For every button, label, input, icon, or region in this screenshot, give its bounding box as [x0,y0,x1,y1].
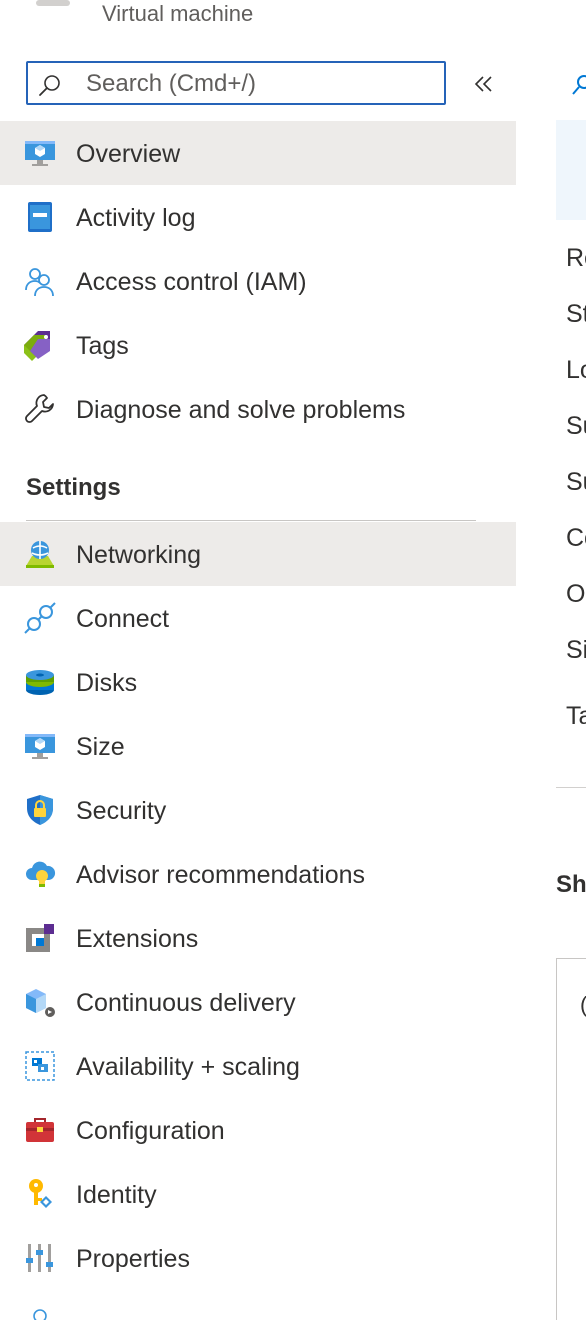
nav-label-connect: Connect [76,605,170,633]
search-icon [39,75,60,96]
toolbox-icon [26,1118,54,1142]
section-heading: Sh [556,871,586,898]
nav-item-extensions[interactable]: Extensions [0,906,516,970]
nav-label-tags: Tags [76,332,129,360]
plug-icon [24,602,56,634]
nav-label-advisor: Advisor recommendations [76,861,366,889]
section-divider [556,787,586,788]
nav-item-diagnose[interactable]: Diagnose and solve problems [0,377,516,441]
properties-sliders-icon [26,1244,53,1272]
property-label: Ta [566,702,586,730]
availability-scaling-icon [25,1051,55,1081]
nav-label-identity: Identity [76,1181,157,1209]
nav-item-properties[interactable]: Properties [0,1226,516,1290]
nav-item-access-control[interactable]: Access control (IAM) [0,249,516,313]
nav-item-connect[interactable]: Connect [0,586,516,650]
nav-item-continuous-delivery[interactable]: Continuous delivery [0,970,516,1034]
advisor-cloud-icon [26,861,56,887]
continuous-delivery-icon [26,989,55,1017]
nav-label-continuous-delivery: Continuous delivery [76,989,296,1017]
activity-log-icon [28,202,52,232]
card-text: ( [580,992,586,1018]
wrench-icon [25,394,54,423]
vm-icon [36,0,70,6]
nav-item-security[interactable]: Security [0,778,516,842]
essentials-banner [556,120,586,220]
property-label: Co [566,524,586,552]
nav-item-disks[interactable]: Disks [0,650,516,714]
search-icon[interactable] [570,72,586,98]
shield-lock-icon [27,795,53,825]
people-icon [25,268,54,297]
nav-item-size[interactable]: Size [0,714,516,778]
tag-icon [24,331,50,361]
resource-menu-sidebar: Virtual machine Overview Activity log [0,0,516,1320]
nav-item-tags[interactable]: Tags [0,313,516,377]
nav-label-disks: Disks [76,669,138,697]
nav-item-overview[interactable]: Overview [0,121,516,185]
section-divider [26,520,476,521]
main-content-panel: Re St Lo Su Su Co O Si Ta Sh ( [516,0,586,1320]
property-label: Su [566,468,586,496]
nav-item-networking[interactable]: Networking [0,522,516,586]
nav-label-configuration: Configuration [76,1117,225,1145]
nav-label-size: Size [76,733,125,761]
disks-icon [26,670,54,695]
nav-label-availability-scaling: Availability + scaling [76,1053,300,1081]
property-label: Lo [566,356,586,384]
nav-label-overview: Overview [76,140,181,168]
property-label: O [566,580,586,608]
property-label: Su [566,412,586,440]
key-icon [29,1179,52,1208]
collapse-menu-icon[interactable] [470,70,498,98]
nav-label-extensions: Extensions [76,925,199,953]
nav-item-activity-log[interactable]: Activity log [0,185,516,249]
networking-icon [26,541,54,568]
nav-label-security: Security [76,797,167,825]
nav-label-access-control: Access control (IAM) [76,268,307,296]
nav-label-diagnose: Diagnose and solve problems [76,396,406,424]
vm-monitor-icon [25,141,55,166]
property-label: Si [566,636,586,664]
nav-item-advisor[interactable]: Advisor recommendations [0,842,516,906]
next-item-icon [33,1309,47,1320]
settings-section-header: Settings [26,474,121,501]
property-label: St [566,300,586,328]
extensions-icon [26,924,54,952]
nav-label-networking: Networking [76,541,202,569]
nav-label-activity-log: Activity log [76,204,196,232]
vm-monitor-icon [25,734,55,759]
nav-item-configuration[interactable]: Configuration [0,1098,516,1162]
resource-type-label: Virtual machine [102,1,254,26]
search-box[interactable] [26,61,446,105]
nav-item-availability-scaling[interactable]: Availability + scaling [0,1034,516,1098]
nav-item-identity[interactable]: Identity [0,1162,516,1226]
property-label: Re [566,244,586,272]
search-input[interactable] [86,69,436,99]
nav-label-properties: Properties [76,1245,190,1273]
